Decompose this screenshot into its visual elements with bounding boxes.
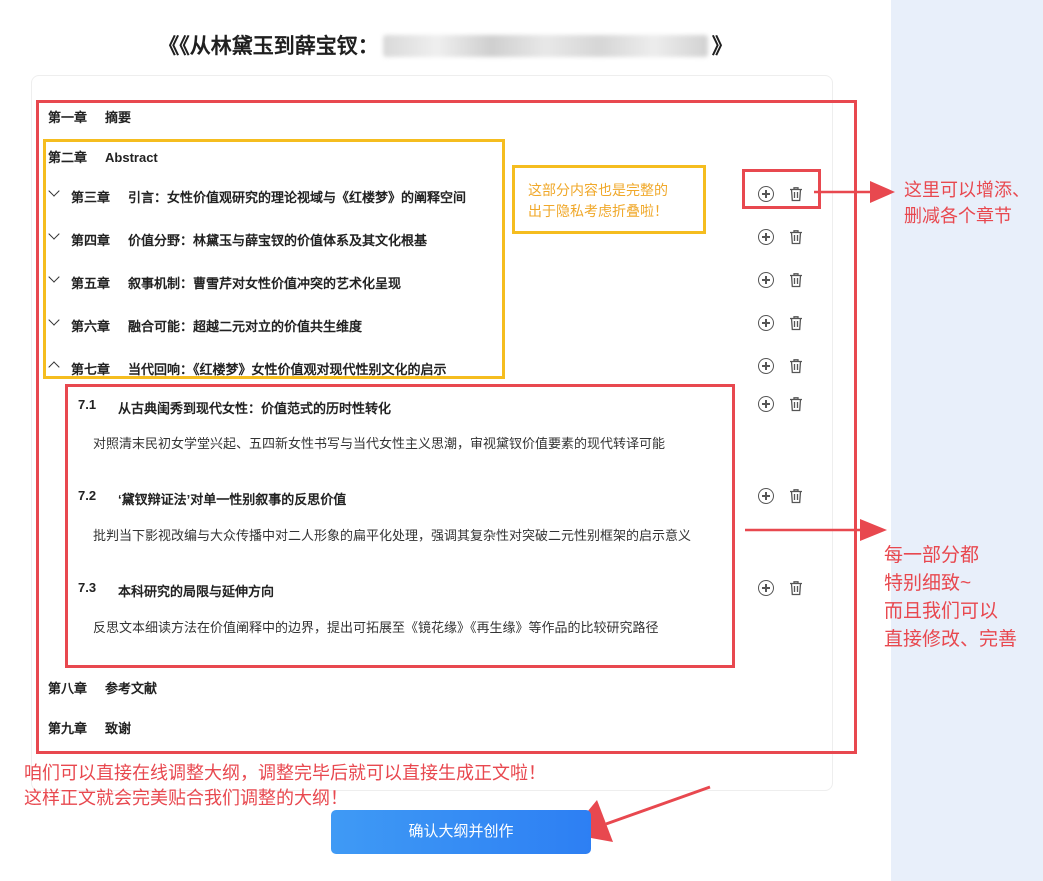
add-remove-note-line-2: 删减各个章节 — [904, 206, 1012, 226]
detail-note-line-3: 而且我们可以 — [884, 601, 999, 622]
detail-note-line-1: 每一部分都 — [884, 545, 980, 566]
add-remove-note-line-1: 这里可以增添、 — [904, 180, 1030, 200]
confirm-outline-button[interactable]: 确认大纲并创作 — [331, 810, 591, 854]
detail-note-line-2: 特别细致~ — [884, 573, 972, 594]
annotation-arrows — [569, 181, 895, 842]
generate-note-line-2: 这样正文就会完美贴合我们调整的大纲！ — [24, 788, 348, 808]
generate-note: 咱们可以直接在线调整大纲，调整完毕后就可以直接生成正文啦！ 这样正文就会完美贴合… — [24, 761, 546, 811]
detail-note-line-4: 直接修改、完善 — [884, 629, 1018, 650]
generate-note-line-1: 咱们可以直接在线调整大纲，调整完毕后就可以直接生成正文啦！ — [24, 763, 546, 783]
add-remove-note: 这里可以增添、 删减各个章节 — [904, 177, 1030, 229]
detail-note: 每一部分都 特别细致~ 而且我们可以 直接修改、完善 — [884, 542, 1017, 654]
